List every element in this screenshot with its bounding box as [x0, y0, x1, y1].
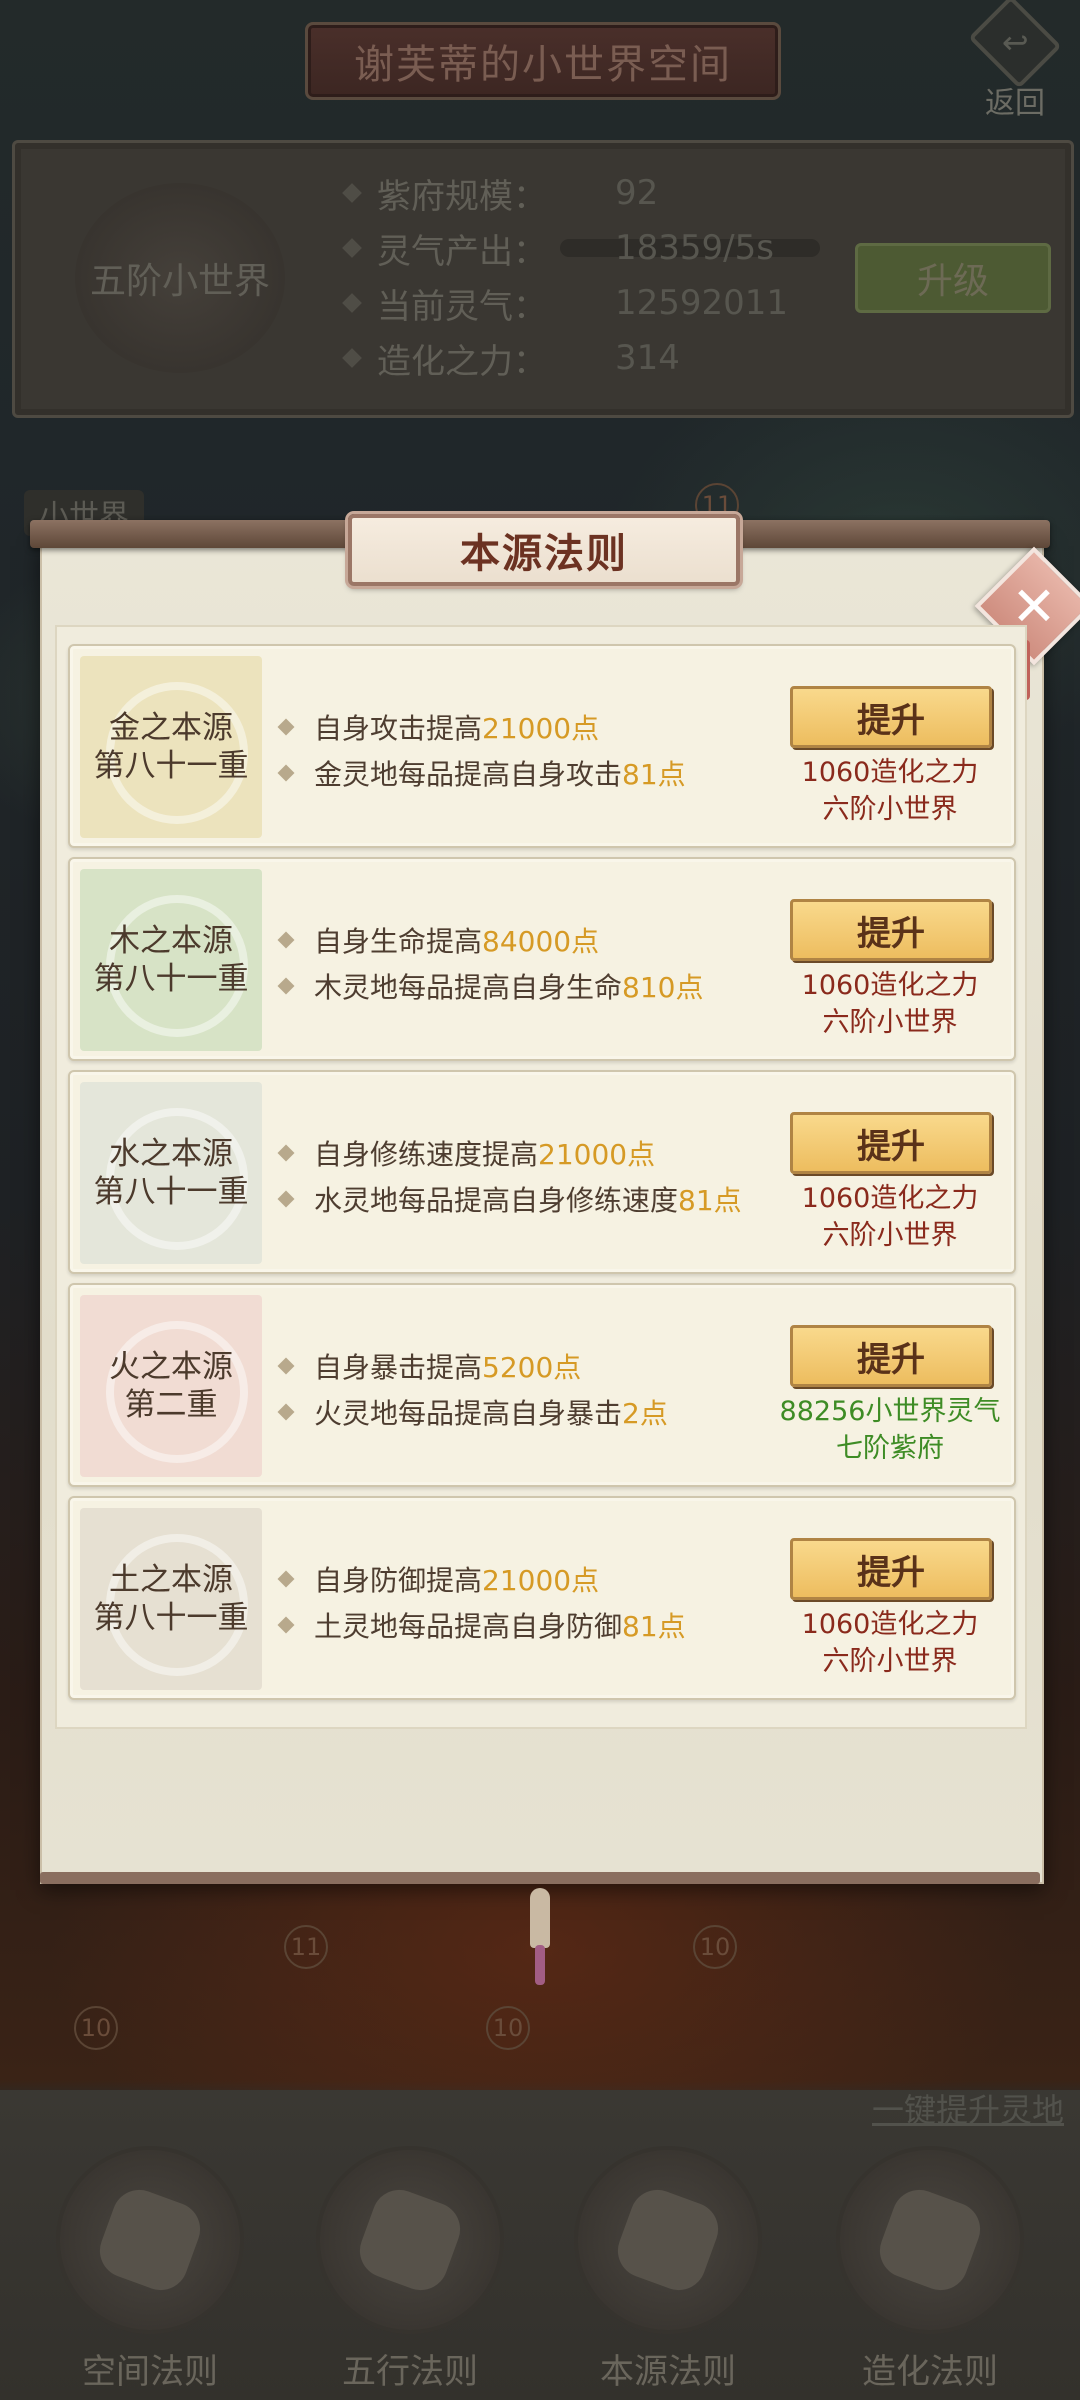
upgrade-requirement: 1060造化之力 六阶小世界	[801, 1609, 979, 1677]
bell-ornament-icon	[530, 1888, 550, 1948]
earth-law-icon: 土之本源 第八十一重	[80, 1508, 262, 1690]
modal-title: 本源法则	[348, 514, 740, 586]
law-effects: 自身修练速度提高 21000点 水灵地每品提高自身修练速度 81点	[277, 1130, 742, 1222]
effect-line: 自身生命提高 84000点	[277, 917, 703, 963]
effect-line: 自身攻击提高 21000点	[277, 704, 686, 750]
upgrade-requirement: 1060造化之力 六阶小世界	[801, 757, 979, 825]
diamond-bullet-icon	[277, 1616, 295, 1634]
world-level-emblem: 五阶小世界	[75, 183, 285, 373]
upgrade-button[interactable]: 升级	[855, 243, 1051, 313]
stat-value: 18359/5s	[615, 228, 774, 268]
effect-line: 土灵地每品提高自身防御 81点	[277, 1602, 686, 1648]
nav-creation-law[interactable]: 造化法则	[830, 2150, 1030, 2392]
upgrade-requirement: 1060造化之力 六阶小世界	[801, 970, 979, 1038]
diamond-bullet-icon	[277, 931, 295, 949]
effect-line: 金灵地每品提高自身攻击 81点	[277, 750, 686, 796]
diamond-bullet-icon	[342, 238, 362, 258]
one-key-upgrade-link[interactable]: 一键提升灵地	[872, 2085, 1064, 2131]
law-effects: 自身防御提高 21000点 土灵地每品提高自身防御 81点	[277, 1556, 686, 1648]
effect-line: 自身修练速度提高 21000点	[277, 1130, 742, 1176]
nav-label: 造化法则	[862, 2352, 998, 2392]
diamond-bullet-icon	[277, 1144, 295, 1162]
diamond-bullet-icon	[342, 183, 362, 203]
law-effects: 自身生命提高 84000点 木灵地每品提高自身生命 810点	[277, 917, 703, 1009]
five-elements-icon	[320, 2150, 500, 2330]
back-button[interactable]: ↩ 返回	[960, 0, 1070, 122]
raise-button-fire[interactable]: 提升	[790, 1325, 992, 1387]
back-arrow-icon: ↩	[968, 0, 1062, 89]
effect-line: 自身防御提高 21000点	[277, 1556, 686, 1602]
diamond-bullet-icon	[277, 1190, 295, 1208]
map-level-badge: 10	[74, 2006, 118, 2050]
fire-law-icon: 火之本源 第二重	[80, 1295, 262, 1477]
law-effects: 自身攻击提高 21000点 金灵地每品提高自身攻击 81点	[277, 704, 686, 796]
law-card-wood: 木之本源 第八十一重 自身生命提高 84000点 木灵地每品提高自身生命 810点 提…	[68, 857, 1016, 1061]
law-name: 土之本源 第八十一重	[93, 1562, 249, 1636]
diamond-bullet-icon	[342, 348, 362, 368]
stat-label: 灵气产出：	[377, 231, 547, 272]
effect-line: 火灵地每品提高自身暴击 2点	[277, 1389, 668, 1435]
nav-five-elements[interactable]: 五行法则	[310, 2150, 510, 2392]
wood-law-icon: 木之本源 第八十一重	[80, 869, 262, 1051]
map-level-badge: 10	[693, 1925, 737, 1969]
scroll-bottom-rail	[40, 1872, 1040, 1884]
law-name: 火之本源 第二重	[109, 1349, 233, 1423]
nav-label: 五行法则	[342, 2352, 478, 2392]
stat-label: 造化之力：	[377, 341, 547, 382]
space-title: 谢芙蒂的小世界空间	[305, 22, 781, 100]
raise-button-metal[interactable]: 提升	[790, 686, 992, 748]
stat-row-output: 灵气产出： 18359/5s	[342, 223, 820, 273]
creation-law-icon	[840, 2150, 1020, 2330]
raise-button-water[interactable]: 提升	[790, 1112, 992, 1174]
nav-origin-law[interactable]: 本源法则	[568, 2150, 768, 2392]
map-level-badge: 10	[486, 2006, 530, 2050]
law-card-water: 水之本源 第八十一重 自身修练速度提高 21000点 水灵地每品提高自身修练速度 81…	[68, 1070, 1016, 1274]
law-card-metal: 金之本源 第八十一重 自身攻击提高 21000点 金灵地每品提高自身攻击 81点 提升…	[68, 644, 1016, 848]
diamond-bullet-icon	[277, 1403, 295, 1421]
law-name: 金之本源 第八十一重	[93, 710, 249, 784]
nav-space-law[interactable]: 空间法则	[50, 2150, 250, 2392]
raise-button-wood[interactable]: 提升	[790, 899, 992, 961]
stat-row-current: 当前灵气： 12592011	[342, 278, 788, 328]
origin-law-icon	[578, 2150, 758, 2330]
stat-value: 12592011	[615, 283, 789, 323]
stat-label: 当前灵气：	[377, 286, 547, 327]
upgrade-requirement: 88256小世界灵气 七阶紫府	[779, 1396, 1001, 1464]
stat-value: 314	[615, 338, 680, 378]
diamond-bullet-icon	[277, 977, 295, 995]
metal-law-icon: 金之本源 第八十一重	[80, 656, 262, 838]
water-law-icon: 水之本源 第八十一重	[80, 1082, 262, 1264]
diamond-bullet-icon	[277, 718, 295, 736]
tassel-decoration	[535, 1945, 545, 1985]
stat-value: 92	[615, 173, 659, 213]
law-card-fire: 火之本源 第二重 自身暴击提高 5200点 火灵地每品提高自身暴击 2点 提升 882…	[68, 1283, 1016, 1487]
world-info-panel: 五阶小世界 紫府规模： 92 灵气产出： 18359/5s 当前灵气： 1259…	[12, 140, 1074, 418]
world-level-label: 五阶小世界	[89, 261, 270, 302]
diamond-bullet-icon	[342, 293, 362, 313]
effect-line: 水灵地每品提高自身修练速度 81点	[277, 1176, 742, 1222]
stat-label: 紫府规模：	[377, 176, 547, 217]
raise-button-earth[interactable]: 提升	[790, 1538, 992, 1600]
nav-label: 空间法则	[82, 2352, 218, 2392]
space-law-icon	[60, 2150, 240, 2330]
law-effects: 自身暴击提高 5200点 火灵地每品提高自身暴击 2点	[277, 1343, 668, 1435]
diamond-bullet-icon	[277, 1570, 295, 1588]
effect-line: 木灵地每品提高自身生命 810点	[277, 963, 703, 1009]
stat-row-creation: 造化之力： 314	[342, 333, 680, 383]
law-name: 木之本源 第八十一重	[93, 923, 249, 997]
law-name: 水之本源 第八十一重	[93, 1136, 249, 1210]
effect-line: 自身暴击提高 5200点	[277, 1343, 668, 1389]
map-level-badge: 11	[284, 1925, 328, 1969]
upgrade-requirement: 1060造化之力 六阶小世界	[801, 1183, 979, 1251]
law-card-earth: 土之本源 第八十一重 自身防御提高 21000点 土灵地每品提高自身防御 81点 提升…	[68, 1496, 1016, 1700]
stat-row-scale: 紫府规模： 92	[342, 168, 658, 218]
nav-label: 本源法则	[600, 2352, 736, 2392]
diamond-bullet-icon	[277, 1357, 295, 1375]
diamond-bullet-icon	[277, 764, 295, 782]
